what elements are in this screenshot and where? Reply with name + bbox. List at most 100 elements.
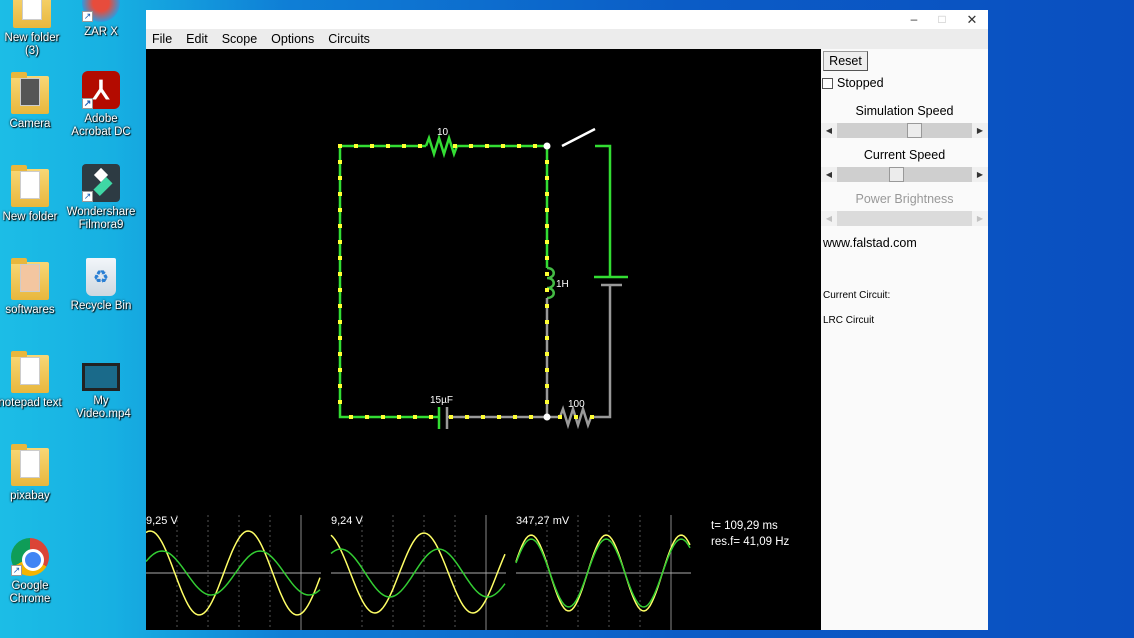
current-dot: [386, 144, 390, 148]
current-speed-slider[interactable]: ◀ ▶: [821, 167, 988, 182]
desktop-icon-softwares[interactable]: softwares: [0, 258, 66, 317]
desktop-icon-google-chrome[interactable]: ↗ Google Chrome: [0, 538, 66, 606]
stopped-checkbox[interactable]: Stopped: [822, 76, 884, 90]
current-dot: [338, 144, 342, 148]
current-dot: [545, 256, 549, 260]
current-dot: [338, 272, 342, 276]
current-dot: [545, 288, 549, 292]
desktop-icon-filmora[interactable]: ↗ Wondershare Filmora9: [65, 164, 137, 232]
desktop-icon-label: Camera: [9, 118, 51, 130]
website-link[interactable]: www.falstad.com: [823, 236, 917, 250]
circuit-simulator-window: – □ ✕ File Edit Scope Options Circuits 1…: [145, 10, 988, 630]
filmora-icon: ↗: [82, 164, 120, 202]
scroll-left-arrow-icon[interactable]: ◀: [821, 167, 837, 182]
slider-thumb[interactable]: [906, 123, 922, 138]
reset-button[interactable]: Reset: [823, 51, 868, 71]
current-dot: [545, 336, 549, 340]
folder-icon: [11, 72, 49, 114]
power-brightness-label: Power Brightness: [855, 192, 954, 206]
folder-icon: [11, 444, 49, 486]
power-brightness-slider: ◀ ▶: [821, 211, 988, 226]
minimize-button[interactable]: –: [904, 12, 924, 26]
circuit-canvas[interactable]: 10 1H 15µF 100 9,25 V 9,24 V 347,27 mV t…: [145, 49, 821, 630]
desktop-icon-label: New folder: [2, 211, 58, 223]
current-dot: [413, 415, 417, 419]
scopes[interactable]: [145, 515, 691, 630]
current-dot: [469, 144, 473, 148]
desktop-icon-adobe-acrobat[interactable]: ⅄ ↗ Adobe Acrobat DC: [65, 71, 137, 139]
label-inductor: 1H: [556, 279, 569, 290]
desktop-icon-label: New folder (3): [4, 32, 60, 57]
scroll-right-arrow-icon: ▶: [972, 211, 988, 226]
resistor-10[interactable]: [424, 133, 459, 159]
slider-thumb[interactable]: [888, 167, 904, 182]
current-dot: [529, 415, 533, 419]
wire-battery-down[interactable]: [594, 285, 612, 419]
menu-scope[interactable]: Scope: [222, 32, 257, 46]
current-dot: [349, 415, 353, 419]
junction-bottom: [543, 413, 551, 421]
current-dot: [545, 352, 549, 356]
current-dot: [513, 415, 517, 419]
stopped-checkbox-box[interactable]: [822, 77, 833, 89]
menu-options[interactable]: Options: [271, 32, 314, 46]
maximize-button[interactable]: □: [932, 12, 952, 26]
current-dot: [397, 415, 401, 419]
stopped-label: Stopped: [837, 76, 884, 90]
scroll-left-arrow-icon[interactable]: ◀: [821, 123, 837, 138]
current-dot: [485, 144, 489, 148]
circuit-svg[interactable]: 10 1H 15µF 100 9,25 V 9,24 V 347,27 mV t…: [145, 49, 821, 630]
menu-circuits[interactable]: Circuits: [328, 32, 370, 46]
current-dot: [338, 160, 342, 164]
current-dot: [338, 256, 342, 260]
title-bar[interactable]: – □ ✕: [146, 10, 988, 29]
current-dot: [481, 415, 485, 419]
current-dot: [418, 144, 422, 148]
desktop-icon-new-folder-3[interactable]: New folder (3): [0, 0, 68, 58]
current-dot: [533, 144, 537, 148]
simulation-speed-label: Simulation Speed: [855, 104, 954, 118]
scope-2-label: 9,24 V: [331, 515, 363, 527]
desktop-icon-my-video[interactable]: My Video.mp4: [65, 357, 137, 421]
current-dot: [338, 288, 342, 292]
switch-line[interactable]: [561, 127, 596, 148]
folder-icon: [11, 165, 49, 207]
current-dot: [545, 160, 549, 164]
current-dot: [590, 415, 594, 419]
menu-edit[interactable]: Edit: [186, 32, 208, 46]
desktop-icon-camera[interactable]: Camera: [0, 72, 66, 131]
wire-switch-battery[interactable]: [595, 144, 612, 277]
current-dot: [354, 144, 358, 148]
desktop-icon-label: softwares: [5, 304, 55, 316]
current-dot: [545, 176, 549, 180]
desktop-icon-recycle-bin[interactable]: ♻ Recycle Bin: [65, 258, 137, 313]
current-dot: [338, 304, 342, 308]
desktop-icon-label: Recycle Bin: [70, 300, 132, 312]
current-dot: [497, 415, 501, 419]
desktop-icon-label: Wondershare Filmora9: [66, 206, 136, 231]
current-dot: [338, 192, 342, 196]
desktop-icon-notepad-text[interactable]: notepad text: [0, 351, 66, 410]
folder-icon: [11, 351, 49, 393]
current-dot: [453, 144, 457, 148]
desktop-icon-pixabay[interactable]: pixabay: [0, 444, 66, 503]
simulation-speed-slider[interactable]: ◀ ▶: [821, 123, 988, 138]
resistor-100[interactable]: [547, 404, 594, 430]
close-button[interactable]: ✕: [962, 12, 982, 28]
scroll-left-arrow-icon: ◀: [821, 211, 837, 226]
scroll-right-arrow-icon[interactable]: ▶: [972, 167, 988, 182]
current-dot: [545, 224, 549, 228]
menu-file[interactable]: File: [152, 32, 172, 46]
menu-bar: File Edit Scope Options Circuits: [146, 29, 988, 49]
zar-x-icon: ↗: [82, 0, 120, 22]
scroll-right-arrow-icon[interactable]: ▶: [972, 123, 988, 138]
desktop-icon-label: Google Chrome: [9, 580, 51, 605]
desktop-icon-zar-x[interactable]: ↗ ZAR X: [65, 0, 137, 39]
chrome-icon: ↗: [11, 538, 49, 576]
desktop-icon-new-folder[interactable]: New folder: [0, 165, 66, 224]
current-dot: [338, 384, 342, 388]
current-dot: [545, 272, 549, 276]
current-dot: [465, 415, 469, 419]
wire-left[interactable]: [338, 146, 439, 419]
scope-time: t= 109,29 ms: [711, 520, 778, 532]
